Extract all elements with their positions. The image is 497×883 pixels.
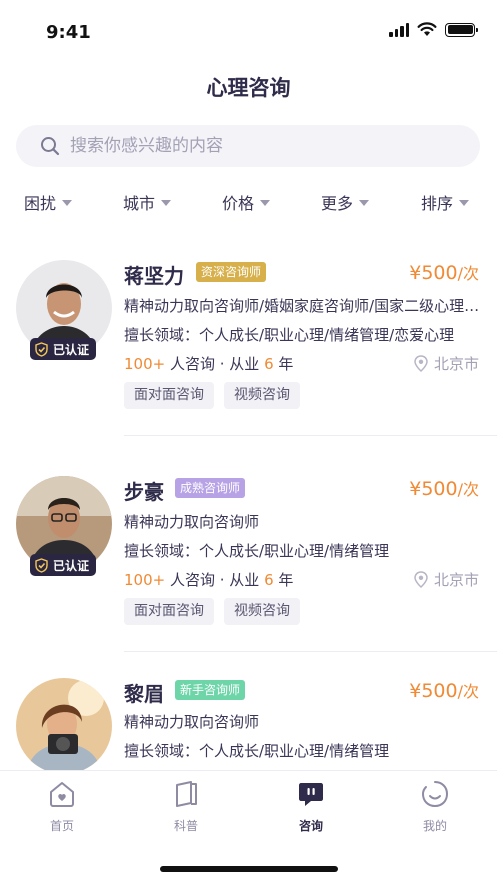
status-icons [389, 22, 478, 37]
price-value: ¥500 [409, 478, 458, 500]
filter-label: 排序 [421, 194, 454, 213]
counselor-card[interactable]: 已认证 步豪 成熟咨询师 ¥500/次 精神动力取向咨询师 擅长领域：个人成长/… [0, 466, 497, 652]
tab-label: 科普 [173, 819, 198, 833]
counselor-title: 精神动力取向咨询师/婚姻家庭咨询师/国家二级心理咨询师 [124, 297, 484, 315]
home-icon [50, 782, 74, 807]
years-value: 6 [264, 571, 274, 589]
price-unit: /次 [457, 480, 479, 499]
price-value: ¥500 [409, 680, 458, 702]
book-icon [176, 781, 197, 807]
tab-science[interactable]: 科普 [146, 779, 226, 834]
filter-label: 价格 [222, 194, 255, 213]
tab-home[interactable]: 首页 [22, 779, 102, 834]
price: ¥500/次 [409, 260, 479, 284]
price-value: ¥500 [409, 262, 458, 284]
counselor-name: 步豪 [124, 480, 164, 504]
counselor-title: 精神动力取向咨询师 [124, 713, 260, 731]
location-pin-icon [414, 570, 428, 588]
mode-chip-video: 视频咨询 [224, 598, 300, 625]
consult-count: 100+ [124, 571, 166, 589]
level-tag: 资深咨询师 [196, 262, 267, 282]
expertise: 擅长领域：个人成长/职业心理/情绪管理/恋爱心理 [124, 326, 455, 344]
tab-consult[interactable]: 咨询 [271, 779, 351, 834]
chat-icon [299, 783, 323, 806]
consult-stats: 100+ 人咨询 · 从业 6 年 [124, 353, 293, 374]
price-unit: /次 [457, 264, 479, 283]
verified-badge: 已认证 [30, 554, 96, 576]
filter-bar: 困扰 城市 价格 更多 排序 [0, 190, 497, 220]
wifi-icon [417, 22, 437, 36]
level-tag: 成熟咨询师 [175, 478, 246, 498]
years-unit: 年 [278, 355, 294, 373]
caret-down-icon [459, 200, 470, 206]
consult-label: 人咨询 · 从业 [169, 571, 260, 589]
consult-stats: 100+ 人咨询 · 从业 6 年 [124, 569, 293, 590]
counselor-card[interactable]: 黎眉 新手咨询师 ¥500/次 精神动力取向咨询师 擅长领域：个人成长/职业心理… [0, 668, 497, 770]
counselor-name: 蒋坚力 [124, 264, 184, 288]
city: 北京市 [433, 355, 479, 373]
search-bar[interactable] [16, 125, 480, 167]
avatar [16, 678, 112, 770]
location: 北京市 [413, 353, 479, 374]
status-time: 9:41 [46, 22, 91, 43]
caret-down-icon [260, 200, 271, 206]
consult-modes: 面对面咨询 视频咨询 [124, 598, 300, 625]
filter-trouble[interactable]: 困扰 [24, 190, 73, 214]
consult-modes: 面对面咨询 视频咨询 [124, 382, 300, 409]
expertise: 擅长领域：个人成长/职业心理/情绪管理 [124, 542, 390, 560]
home-indicator [160, 866, 338, 872]
filter-label: 城市 [123, 194, 156, 213]
filter-more[interactable]: 更多 [321, 190, 370, 214]
years-value: 6 [264, 355, 274, 373]
counselor-title: 精神动力取向咨询师 [124, 513, 260, 531]
location-pin-icon [414, 354, 428, 372]
tab-label: 我的 [422, 819, 447, 833]
search-icon [41, 137, 60, 156]
caret-down-icon [161, 200, 172, 206]
tab-profile[interactable]: 我的 [395, 779, 475, 834]
divider [124, 651, 497, 652]
mode-chip-face-to-face: 面对面咨询 [124, 598, 214, 625]
divider [124, 435, 497, 436]
battery-icon [445, 22, 478, 37]
profile-icon [421, 781, 449, 808]
counselor-name: 黎眉 [124, 682, 164, 706]
verified-label: 已认证 [53, 558, 90, 573]
filter-sort[interactable]: 排序 [421, 190, 470, 214]
mode-chip-video: 视频咨询 [224, 382, 300, 409]
years-unit: 年 [278, 571, 294, 589]
page-title: 心理咨询 [206, 76, 291, 100]
caret-down-icon [359, 200, 370, 206]
caret-down-icon [62, 200, 73, 206]
verified-badge: 已认证 [30, 338, 96, 360]
status-bar: 9:41 [0, 0, 497, 58]
expertise: 擅长领域：个人成长/职业心理/情绪管理 [124, 742, 390, 760]
filter-price[interactable]: 价格 [222, 190, 271, 214]
search-input[interactable] [70, 136, 430, 156]
level-tag: 新手咨询师 [175, 680, 246, 700]
tab-label: 咨询 [298, 819, 323, 833]
filter-label: 困扰 [24, 194, 57, 213]
consult-label: 人咨询 · 从业 [169, 355, 260, 373]
counselor-card[interactable]: 已认证 蒋坚力 资深咨询师 ¥500/次 精神动力取向咨询师/婚姻家庭咨询师/国… [0, 250, 497, 436]
price: ¥500/次 [409, 678, 479, 702]
mode-chip-face-to-face: 面对面咨询 [124, 382, 214, 409]
filter-label: 更多 [321, 194, 354, 213]
verified-label: 已认证 [53, 342, 90, 357]
shield-check-icon [35, 557, 48, 573]
tab-label: 首页 [49, 819, 74, 833]
filter-city[interactable]: 城市 [123, 190, 172, 214]
shield-check-icon [35, 341, 48, 357]
location: 北京市 [413, 569, 479, 590]
price: ¥500/次 [409, 476, 479, 500]
price-unit: /次 [457, 682, 479, 701]
consult-count: 100+ [124, 355, 166, 373]
cellular-signal-icon [389, 22, 409, 37]
city: 北京市 [433, 571, 479, 589]
